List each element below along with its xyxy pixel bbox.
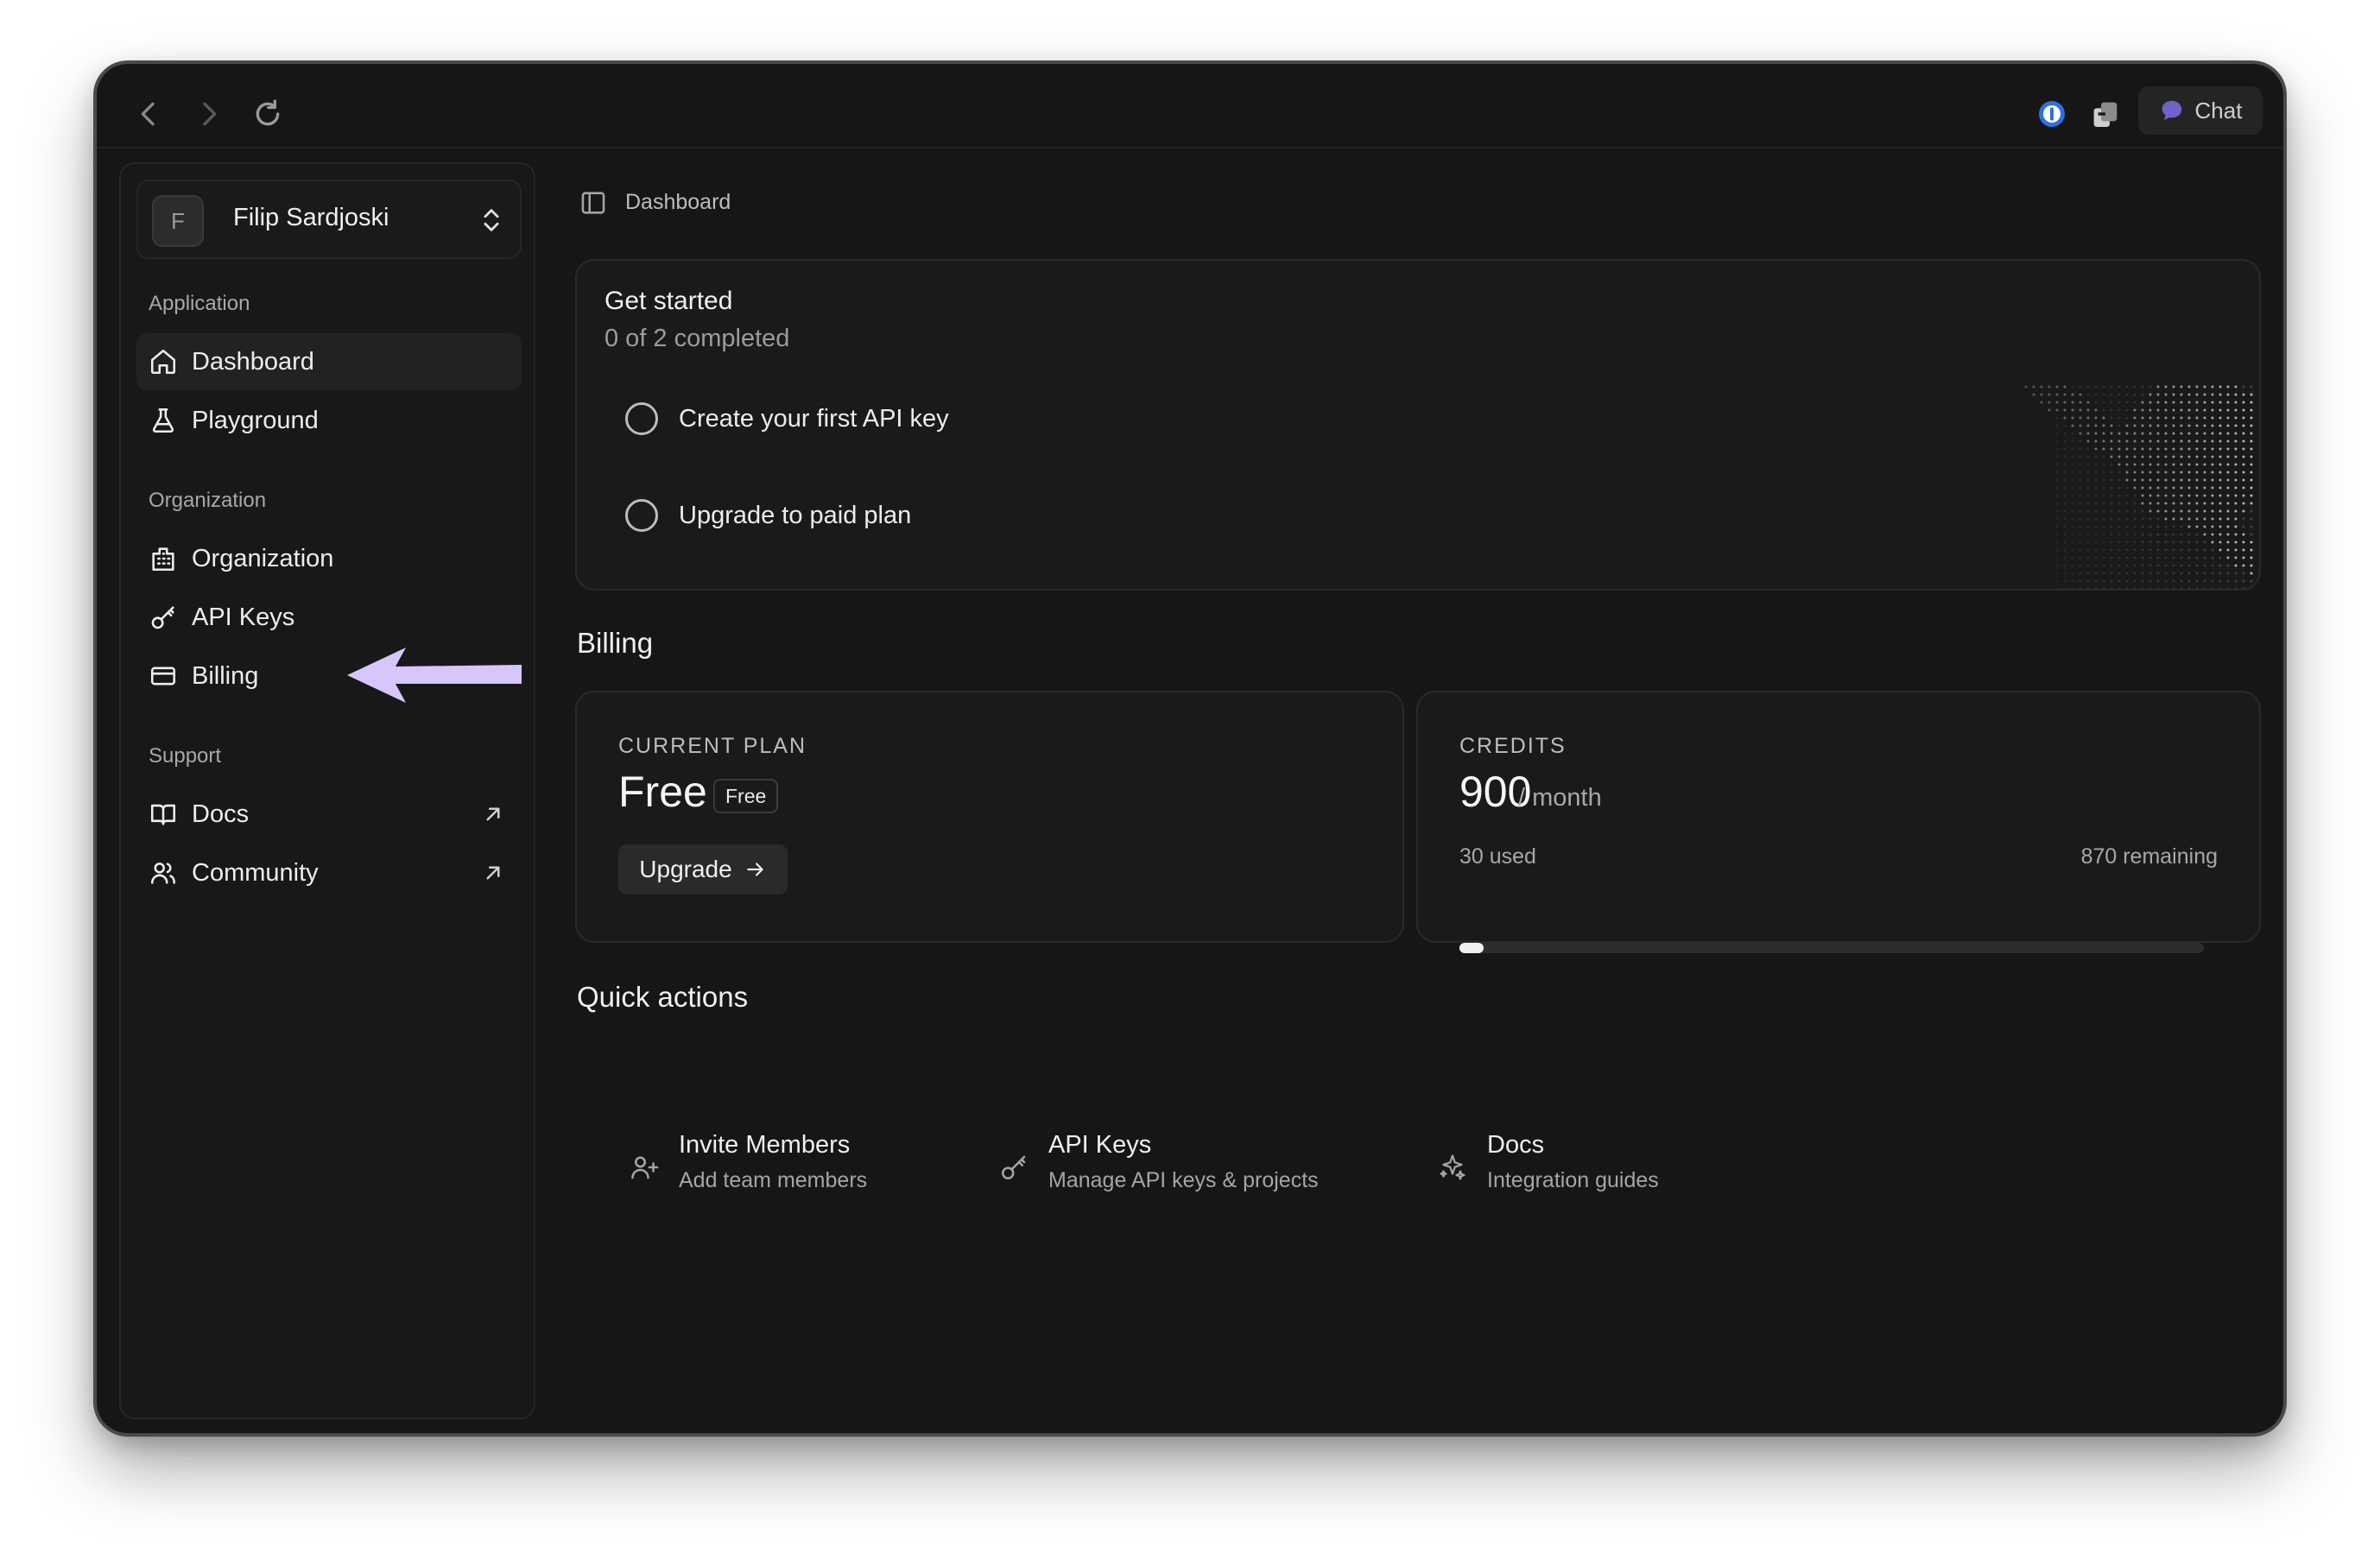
flask-icon — [152, 408, 174, 433]
quick-action-api-keys[interactable]: API Keys Manage API keys & projects — [998, 1131, 1319, 1193]
sidebar-item-label: Community — [192, 858, 319, 887]
sidebar-item-label: Docs — [192, 799, 250, 828]
building-icon — [152, 547, 174, 572]
sidebar-item-docs[interactable]: Docs — [136, 786, 522, 843]
sidebar-item-label: API Keys — [192, 603, 295, 631]
credits-card: CREDITS 900 / month 30 used 870 remainin… — [1416, 691, 2261, 953]
sidebar-item-api-keys[interactable]: API Keys — [136, 589, 522, 646]
chat-button[interactable]: Chat — [2138, 86, 2263, 135]
quick-action-title: Invite Members — [679, 1131, 851, 1159]
chevron-right-icon — [203, 102, 217, 126]
section-label-organization: Organization — [149, 489, 267, 512]
quick-action-title: API Keys — [1048, 1131, 1152, 1159]
upgrade-label: Upgrade — [639, 856, 732, 882]
credits-progress-bar — [1459, 943, 2204, 953]
quick-action-subtitle: Add team members — [679, 1168, 868, 1192]
browser-window: Chat F Filip Sardjoski Application Dashb… — [97, 64, 2283, 1433]
section-label-application: Application — [149, 292, 250, 315]
chat-label: Chat — [2194, 97, 2243, 123]
sidebar-item-label: Organization — [192, 544, 334, 572]
quick-action-invite-members[interactable]: Invite Members Add team members — [629, 1131, 867, 1193]
forward-button[interactable] — [192, 97, 226, 131]
key-icon — [151, 606, 174, 629]
sidebar-item-community[interactable]: Community — [136, 844, 522, 901]
user-name: Filip Sardjoski — [233, 204, 389, 231]
plan-badge: Free — [713, 779, 779, 813]
breadcrumb: Dashboard — [625, 190, 731, 214]
account-switcher[interactable]: F Filip Sardjoski — [136, 180, 522, 259]
quick-actions-title: Quick actions — [577, 981, 749, 1013]
external-link-icon — [486, 807, 500, 821]
sidebar-item-label: Dashboard — [192, 347, 314, 376]
book-open-icon — [150, 804, 176, 825]
chat-bubble-icon — [2162, 100, 2181, 121]
copy-pages-icon — [2093, 102, 2117, 127]
password-manager-button[interactable] — [2035, 97, 2069, 131]
task-label: Create your first API key — [679, 404, 949, 433]
quick-action-subtitle: Integration guides — [1487, 1168, 1659, 1192]
password-manager-icon — [2039, 101, 2065, 127]
credits-remaining: 870 remaining — [2080, 844, 2218, 869]
dot-pattern-decoration — [2024, 385, 2253, 589]
plan-name: Free — [618, 768, 707, 816]
plan-caption: CURRENT PLAN — [618, 734, 807, 758]
reload-button[interactable] — [250, 97, 285, 131]
upgrade-button[interactable]: Upgrade — [618, 844, 788, 894]
chevrons-up-down-icon — [484, 209, 499, 231]
annotation-arrow-icon — [347, 648, 522, 703]
task-checkbox[interactable] — [625, 499, 658, 532]
credit-card-icon — [150, 667, 176, 686]
credits-caption: CREDITS — [1459, 734, 1567, 758]
user-plus-icon — [631, 1156, 659, 1179]
sparkles-icon — [1440, 1154, 1465, 1180]
current-plan-card: CURRENT PLAN Free Free Upgrade — [575, 691, 1404, 943]
extensions-button[interactable] — [2088, 97, 2123, 131]
users-icon — [150, 863, 176, 884]
title-bar: Chat — [97, 64, 2283, 149]
credits-progress-fill — [1459, 943, 1484, 953]
arrow-right-icon — [746, 863, 763, 876]
home-icon — [150, 349, 176, 375]
sidebar-toggle-icon[interactable] — [579, 188, 608, 218]
quick-action-title: Docs — [1487, 1131, 1545, 1159]
chevron-left-icon — [141, 102, 155, 126]
sidebar-item-organization[interactable]: Organization — [136, 530, 522, 587]
task-item[interactable]: Create your first API key — [625, 402, 949, 435]
get-started-card: Get started 0 of 2 completed Create your… — [575, 259, 2261, 591]
key-icon — [1001, 1155, 1026, 1180]
get-started-progress: 0 of 2 completed — [604, 325, 790, 352]
quick-action-subtitle: Manage API keys & projects — [1048, 1168, 1319, 1192]
avatar: F — [152, 195, 204, 247]
task-label: Upgrade to paid plan — [679, 501, 912, 529]
billing-title: Billing — [577, 627, 654, 659]
sidebar-item-dashboard[interactable]: Dashboard — [136, 333, 522, 390]
quick-action-docs[interactable]: Docs Integration guides — [1437, 1131, 1659, 1193]
reload-icon — [256, 99, 280, 126]
back-button[interactable] — [131, 97, 166, 131]
credits-used: 30 used — [1459, 844, 1536, 869]
sidebar-item-playground[interactable]: Playground — [136, 392, 522, 449]
task-checkbox[interactable] — [625, 402, 658, 435]
get-started-title: Get started — [604, 287, 733, 315]
external-link-icon — [486, 866, 500, 880]
sidebar: F Filip Sardjoski Application Dashboard … — [119, 162, 535, 1419]
task-item[interactable]: Upgrade to paid plan — [625, 499, 911, 532]
credits-period: / month — [1518, 784, 1602, 812]
sidebar-item-label: Playground — [192, 406, 319, 434]
section-label-support: Support — [149, 744, 222, 768]
sidebar-item-label: Billing — [192, 661, 259, 690]
